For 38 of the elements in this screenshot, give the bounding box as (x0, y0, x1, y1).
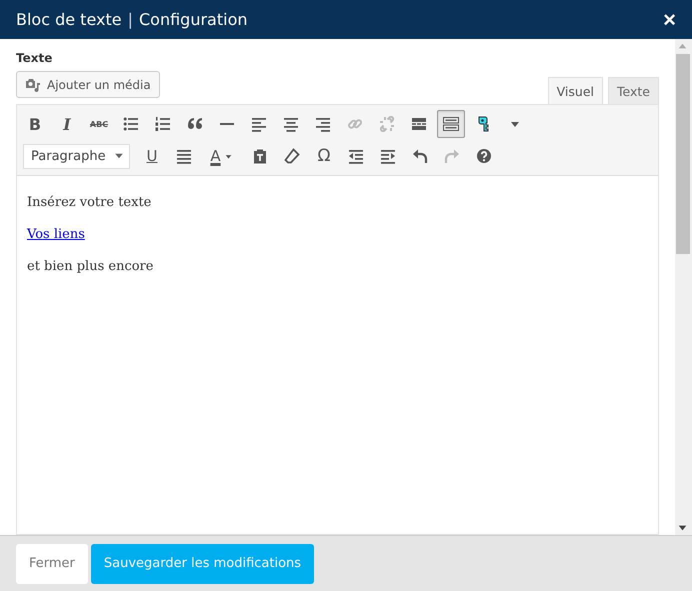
window-title: Bloc de texte (16, 10, 122, 29)
clipboard-icon (252, 148, 268, 164)
broken-link-icon (379, 116, 395, 132)
title-separator: | (128, 10, 133, 29)
text-color-button[interactable]: A (202, 142, 242, 170)
numbered-list-icon (155, 116, 171, 132)
close-dialog-button[interactable]: Fermer (16, 544, 88, 584)
italic-button[interactable]: I (53, 110, 81, 138)
redo-icon (444, 148, 460, 164)
window-subtitle: Configuration (139, 10, 248, 29)
outdent-icon (348, 148, 364, 164)
bold-button[interactable]: B (21, 110, 49, 138)
read-more-icon (411, 116, 427, 132)
horizontal-line-icon (219, 122, 235, 126)
close-button[interactable]: × (663, 8, 676, 30)
scrollbar[interactable] (675, 39, 692, 535)
content-link[interactable]: Vos liens (27, 226, 85, 243)
indent-icon (380, 148, 396, 164)
undo-icon (412, 148, 428, 164)
field-label: Texte (16, 51, 54, 67)
editor-tab[interactable]: Visuel (548, 77, 604, 104)
quote-icon (187, 116, 203, 132)
help-icon (476, 148, 492, 164)
justify-icon (176, 148, 192, 164)
bulleted-list-icon (123, 116, 139, 132)
editor-tab[interactable]: Texte (608, 77, 659, 104)
eraser-icon (284, 148, 300, 164)
underline-button[interactable]: U (138, 142, 166, 170)
align-right-icon (315, 116, 331, 132)
content-paragraph: Insérez votre texte (27, 194, 152, 211)
align-left-icon (251, 116, 267, 132)
special-character-button[interactable]: Ω (310, 142, 338, 170)
content-paragraph: et bien plus encore (27, 258, 154, 275)
media-icon (25, 76, 41, 92)
add-media-button[interactable]: Ajouter un média (16, 71, 160, 98)
format-select[interactable]: Paragraphe (23, 144, 130, 168)
strikethrough-button[interactable]: ABC (85, 110, 113, 138)
align-center-icon (283, 116, 299, 132)
